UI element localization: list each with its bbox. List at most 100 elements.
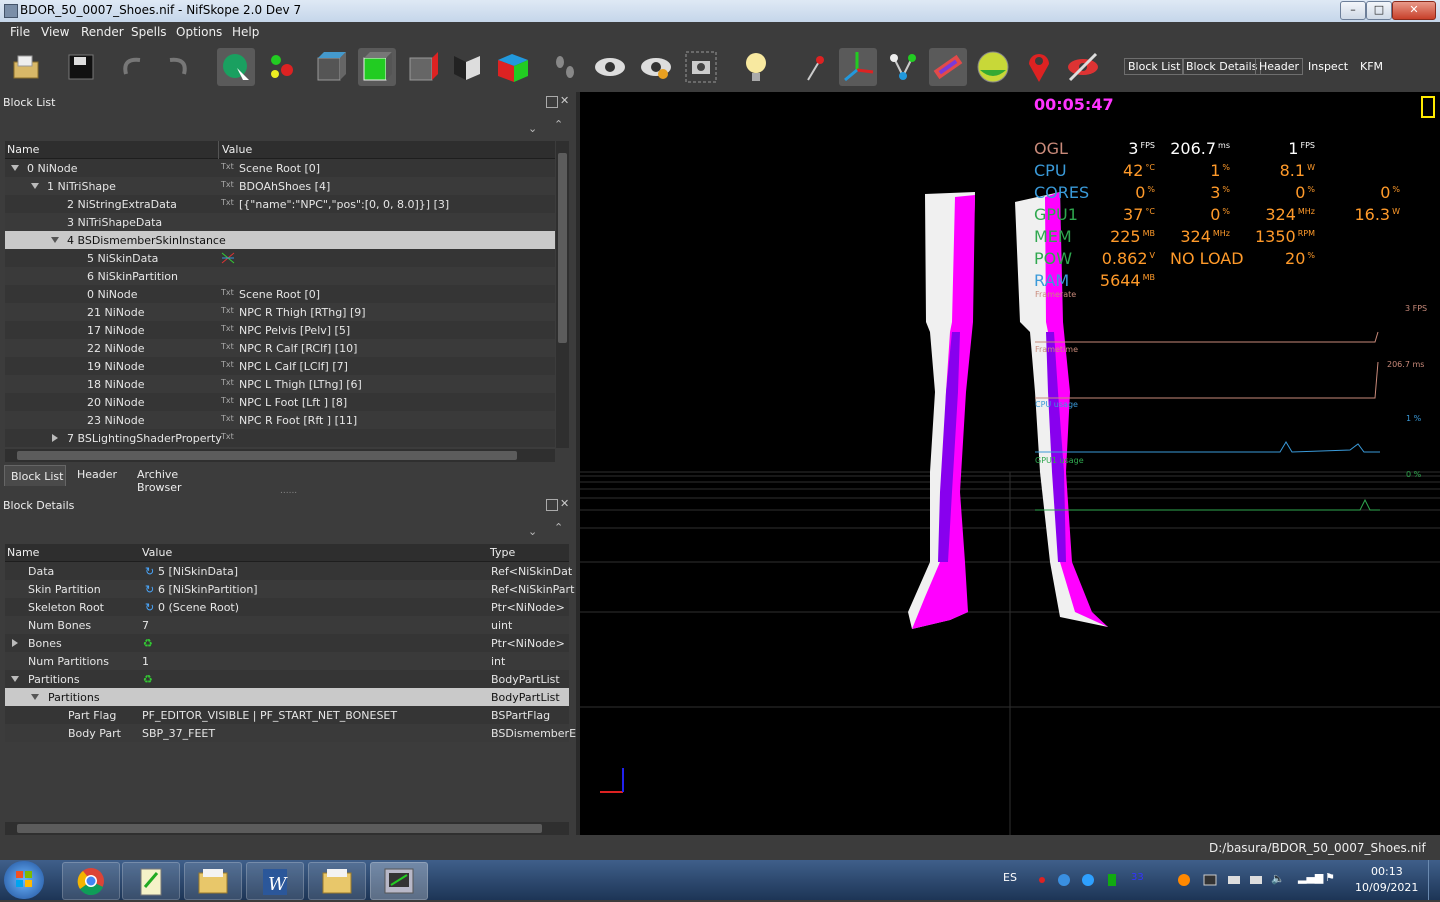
gauge-icon[interactable] bbox=[974, 48, 1012, 86]
cube-red-icon[interactable] bbox=[404, 48, 442, 86]
collapse-icon[interactable]: ⌄ bbox=[528, 122, 537, 135]
detail-row[interactable]: Body Part SBP_37_FEET BSDismemberE bbox=[5, 724, 576, 742]
nodes-icon[interactable] bbox=[884, 48, 922, 86]
detail-row[interactable]: Skin Partition ↻ 6 [NiSkinPartition] Ref… bbox=[5, 580, 574, 598]
network-icon[interactable]: ▂▄▆ bbox=[1298, 871, 1323, 884]
clock-date[interactable]: 10/09/2021 bbox=[1355, 881, 1418, 894]
select-icon[interactable] bbox=[217, 48, 255, 86]
start-button[interactable] bbox=[4, 861, 44, 899]
sphere-icon[interactable] bbox=[263, 48, 301, 86]
tree-row[interactable]: 21 NiNode Txt NPC R Thigh [RThg] [9] bbox=[5, 303, 555, 321]
scroll-thumb[interactable] bbox=[17, 451, 517, 460]
tree-row-selected[interactable]: 4 BSDismemberSkinInstance bbox=[5, 231, 555, 249]
cube-blue-icon[interactable] bbox=[312, 48, 350, 86]
float-icon[interactable] bbox=[546, 499, 558, 511]
splitter-handle[interactable]: ...... bbox=[280, 486, 297, 496]
detail-row-selected[interactable]: Partitions BodyPartList bbox=[5, 688, 569, 706]
scroll-thumb[interactable] bbox=[17, 824, 542, 833]
eye-icon[interactable] bbox=[591, 48, 629, 86]
detail-row[interactable]: Partitions ♻ BodyPartList bbox=[5, 670, 569, 688]
tree-row[interactable]: 17 NiNode Txt NPC Pelvis [Pelv] [5] bbox=[5, 321, 555, 339]
cube-rgb-icon[interactable] bbox=[494, 48, 532, 86]
scene-canvas[interactable] bbox=[580, 92, 1440, 835]
toolbar-kfm[interactable]: KFM bbox=[1360, 60, 1383, 73]
block-list-vscroll[interactable] bbox=[556, 141, 569, 448]
eye-hidden-icon[interactable] bbox=[637, 48, 675, 86]
tree-row[interactable]: 5 NiSkinData bbox=[5, 249, 555, 267]
menu-render[interactable]: Render bbox=[81, 25, 124, 39]
word-icon[interactable]: W bbox=[246, 862, 304, 900]
show-desktop-button[interactable] bbox=[1428, 860, 1440, 900]
close-icon[interactable]: ✕ bbox=[560, 95, 569, 106]
expand-icon[interactable]: ⌃ bbox=[554, 521, 563, 534]
marker-icon[interactable] bbox=[1020, 48, 1058, 86]
explorer2-icon[interactable] bbox=[308, 862, 366, 900]
expand-arrow-icon[interactable] bbox=[31, 183, 39, 189]
cube-gray-icon[interactable] bbox=[448, 48, 486, 86]
col-type[interactable]: Type bbox=[490, 546, 515, 559]
detail-row[interactable]: Part Flag PF_EDITOR_VISIBLE | PF_START_N… bbox=[5, 706, 569, 724]
toolbar-block-details[interactable]: Block Details bbox=[1182, 58, 1262, 75]
menu-view[interactable]: View bbox=[41, 25, 69, 39]
col-value[interactable]: Value bbox=[142, 546, 172, 559]
explorer-icon[interactable] bbox=[184, 862, 242, 900]
detail-row[interactable]: Bones ♻ Ptr<NiNode> bbox=[5, 634, 569, 652]
tree-row[interactable]: 1 NiTriShape Txt BDOAhShoes [4] bbox=[5, 177, 555, 195]
collapse-icon[interactable]: ⌄ bbox=[528, 525, 537, 538]
block-list-hscroll[interactable] bbox=[5, 449, 555, 462]
float-icon[interactable] bbox=[546, 96, 558, 108]
undo-icon[interactable] bbox=[114, 48, 152, 86]
expand-arrow-icon[interactable] bbox=[11, 165, 19, 171]
block-details-hscroll[interactable] bbox=[5, 822, 569, 835]
language-indicator[interactable]: ES bbox=[1003, 871, 1017, 884]
skin-icon[interactable] bbox=[929, 48, 967, 86]
load-icon[interactable] bbox=[8, 48, 46, 86]
expand-arrow-icon[interactable] bbox=[11, 676, 19, 682]
col-value[interactable]: Value bbox=[222, 143, 252, 156]
col-name[interactable]: Name bbox=[7, 143, 39, 156]
detail-row[interactable]: Num Partitions 1 int bbox=[5, 652, 569, 670]
render-viewport[interactable]: 00:05:47 OGL 3 FPS 206.7 ms 1 FPS CPU 42 °C 1% 8.1 W… bbox=[580, 92, 1440, 835]
tree-row[interactable]: 18 NiNode Txt NPC L Thigh [LThg] [6] bbox=[5, 375, 555, 393]
tree-row[interactable]: 0 NiNode Txt Scene Root [0] bbox=[5, 159, 555, 177]
scroll-thumb[interactable] bbox=[558, 153, 567, 343]
minimize-button[interactable]: – bbox=[1340, 1, 1366, 20]
clock-time[interactable]: 00:13 bbox=[1371, 865, 1403, 878]
close-icon[interactable]: ✕ bbox=[560, 498, 569, 509]
tree-row[interactable]: 20 NiNode Txt NPC L Foot [Lft ] [8] bbox=[5, 393, 555, 411]
detail-row[interactable]: Num Bones 7 uint bbox=[5, 616, 569, 634]
tree-row[interactable]: 7 BSLightingShaderProperty Txt bbox=[5, 429, 555, 447]
expand-arrow-icon[interactable] bbox=[12, 639, 18, 647]
notepad-icon[interactable] bbox=[122, 862, 180, 900]
toolbar-block-list[interactable]: Block List bbox=[1124, 58, 1185, 75]
volume-icon[interactable]: 🔈 bbox=[1271, 872, 1285, 885]
axes-icon[interactable] bbox=[839, 48, 877, 86]
col-name[interactable]: Name bbox=[7, 546, 39, 559]
tree-row[interactable]: 0 NiNode Txt Scene Root [0] bbox=[5, 285, 555, 303]
lightbulb-icon[interactable] bbox=[737, 48, 775, 86]
flag-icon[interactable]: ⚑ bbox=[1325, 871, 1335, 884]
tab-archive-browser[interactable]: Archive Browser bbox=[130, 465, 220, 494]
footprints-icon[interactable] bbox=[546, 48, 584, 86]
menu-spells[interactable]: Spells bbox=[131, 25, 167, 39]
tree-row[interactable]: 19 NiNode Txt NPC L Calf [LClf] [7] bbox=[5, 357, 555, 375]
visibility-off-icon[interactable] bbox=[1064, 48, 1102, 86]
camera-icon[interactable] bbox=[682, 48, 720, 86]
chrome-icon[interactable] bbox=[62, 862, 120, 900]
expand-arrow-icon[interactable] bbox=[51, 237, 59, 243]
expand-arrow-icon[interactable] bbox=[31, 694, 39, 700]
tree-row[interactable]: 2 NiStringExtraData Txt [{"name":"NPC","… bbox=[5, 195, 555, 213]
cube-green-icon[interactable] bbox=[358, 48, 396, 86]
toolbar-inspect[interactable]: Inspect bbox=[1308, 60, 1348, 73]
close-button[interactable]: ✕ bbox=[1392, 1, 1436, 20]
tree-row[interactable]: 6 NiSkinPartition bbox=[5, 267, 555, 285]
tree-row[interactable]: 23 NiNode Txt NPC R Foot [Rft ] [11] bbox=[5, 411, 555, 429]
menu-options[interactable]: Options bbox=[176, 25, 222, 39]
save-icon[interactable] bbox=[62, 48, 100, 86]
pin-icon[interactable] bbox=[796, 48, 834, 86]
maximize-button[interactable]: □ bbox=[1366, 1, 1392, 20]
redo-icon[interactable] bbox=[158, 48, 196, 86]
detail-row[interactable]: Data ↻ 5 [NiSkinData] Ref<NiSkinDat bbox=[5, 562, 572, 580]
nifskope-task-icon[interactable] bbox=[370, 862, 428, 900]
tree-row[interactable]: 22 NiNode Txt NPC R Calf [RClf] [10] bbox=[5, 339, 555, 357]
